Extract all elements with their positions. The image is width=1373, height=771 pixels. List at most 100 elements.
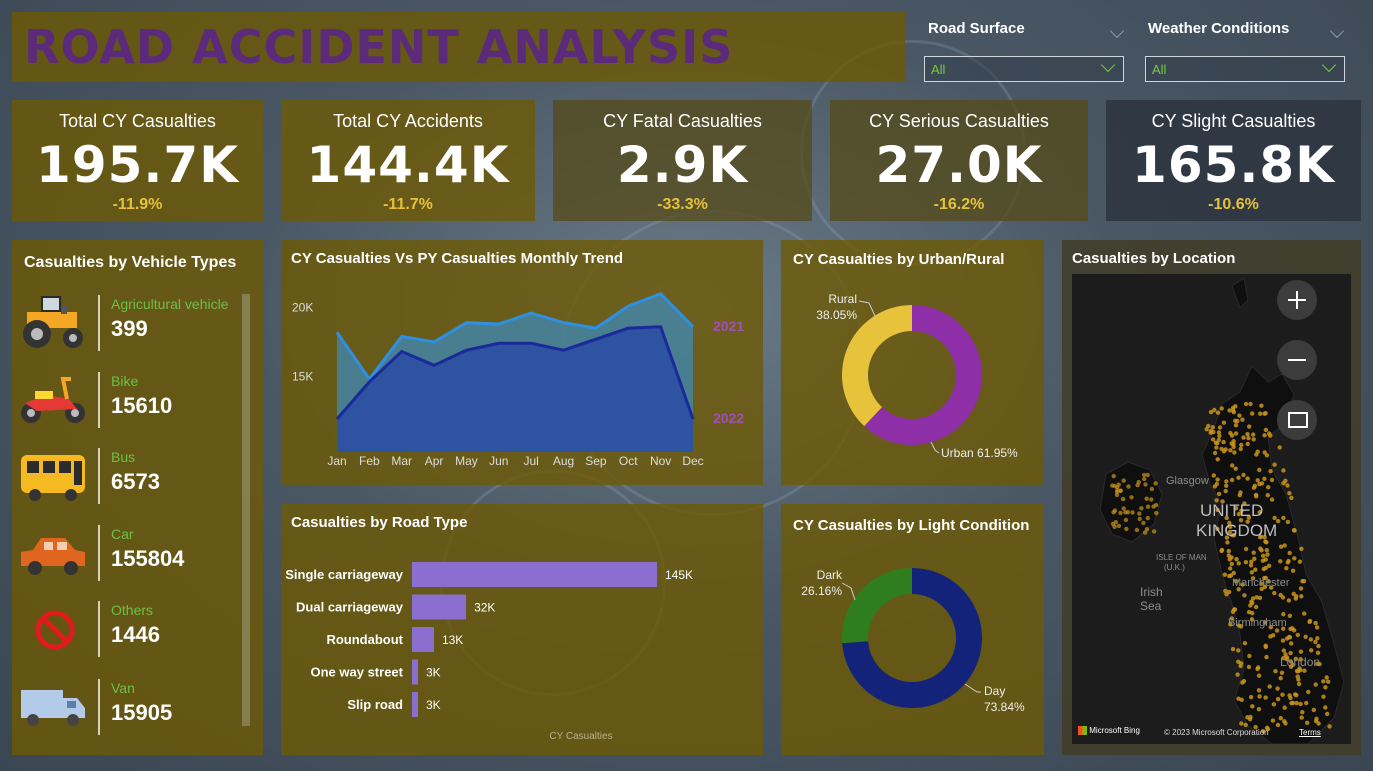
x-tick-label: Jun xyxy=(489,454,508,468)
light-condition-donut[interactable]: Day 73.84% Dark 26.16% xyxy=(781,504,1044,755)
location-dot xyxy=(1217,433,1222,439)
kpi-card-total-casualties[interactable]: Total CY Casualties 195.7K -11.9% xyxy=(12,100,263,221)
vehicle-value: 15610 xyxy=(111,393,173,418)
location-dot xyxy=(1278,676,1283,681)
location-dot xyxy=(1269,497,1275,502)
location-dot xyxy=(1280,638,1286,643)
location-dot xyxy=(1118,510,1123,516)
location-dot xyxy=(1282,543,1287,548)
vehicle-row-agricultural[interactable]: Agricultural vehicle 399 xyxy=(12,292,262,362)
vehicle-row-van[interactable]: Van 15905 xyxy=(12,676,262,746)
location-dot xyxy=(1112,524,1117,529)
map-label-sea: Sea xyxy=(1140,599,1162,613)
location-dot xyxy=(1300,710,1305,715)
location-dot xyxy=(1275,722,1281,728)
kpi-card-serious-casualties[interactable]: CY Serious Casualties 27.0K -16.2% xyxy=(830,100,1088,221)
location-dot xyxy=(1264,453,1270,458)
map-canvas[interactable]: UNITED KINGDOM ISLE OF MAN (U.K.) Irish … xyxy=(1072,274,1351,744)
kpi-card-fatal-casualties[interactable]: CY Fatal Casualties 2.9K -33.3% xyxy=(553,100,812,221)
slice-label: 38.05% xyxy=(816,308,857,322)
location-dot xyxy=(1271,702,1277,707)
location-dot xyxy=(1210,425,1215,430)
zoom-out-button[interactable] xyxy=(1277,340,1317,380)
location-dot xyxy=(1219,547,1225,553)
urban-rural-donut[interactable]: Urban 61.95% Rural 38.05% xyxy=(781,240,1044,485)
slice-label: Urban 61.95% xyxy=(941,446,1018,460)
monthly-trend-chart[interactable]: 15K 20K Jan Feb Mar Apr May Jun Jul Aug Sep Oct Nov D… xyxy=(281,240,763,485)
location-dot xyxy=(1250,411,1255,416)
location-dot xyxy=(1204,427,1209,432)
zoom-in-button[interactable] xyxy=(1277,280,1317,320)
map-label-city: Birmingham xyxy=(1228,617,1287,629)
location-dot xyxy=(1307,618,1313,624)
location-dot xyxy=(1145,504,1151,509)
kpi-value: 165.8K xyxy=(1132,136,1335,194)
bar-category-label: Slip road xyxy=(347,697,403,712)
location-dot xyxy=(1271,633,1276,638)
location-dot xyxy=(1241,472,1246,478)
road-type-bar-chart[interactable]: Single carriageway 145K Dual carriageway 32… xyxy=(281,504,763,755)
van-icon xyxy=(17,676,89,736)
location-dot xyxy=(1121,478,1126,483)
location-dot xyxy=(1145,515,1150,521)
location-dot xyxy=(1265,493,1270,498)
location-dot xyxy=(1210,437,1216,442)
x-tick-label: Nov xyxy=(650,454,671,468)
location-dot xyxy=(1149,497,1154,502)
location-dot xyxy=(1253,604,1259,610)
location-dot xyxy=(1277,445,1282,450)
location-dot xyxy=(1284,566,1289,571)
location-dot xyxy=(1289,495,1294,501)
location-dot xyxy=(1226,548,1231,554)
road-surface-label: Road Surface xyxy=(928,20,1025,37)
bar-category-label: Dual carriageway xyxy=(296,600,404,615)
location-dot xyxy=(1285,483,1290,488)
terms-link[interactable]: Terms xyxy=(1299,728,1321,737)
location-dot xyxy=(1248,563,1254,568)
location-dot xyxy=(1215,457,1220,462)
series-label: 2021 xyxy=(713,318,744,334)
car-icon xyxy=(17,522,89,582)
kpi-card-total-accidents[interactable]: Total CY Accidents 144.4K -11.7% xyxy=(281,100,535,221)
location-dot xyxy=(1308,637,1314,642)
x-tick-label: Jul xyxy=(524,454,539,468)
location-dot xyxy=(1291,591,1296,597)
location-dot xyxy=(1267,431,1272,436)
location-dot xyxy=(1129,495,1134,500)
location-dot xyxy=(1120,496,1126,502)
series-area xyxy=(337,326,693,452)
location-dot xyxy=(1243,401,1249,407)
location-dot xyxy=(1252,483,1258,488)
location-dot xyxy=(1142,472,1147,478)
weather-dropdown[interactable]: All xyxy=(1145,56,1345,82)
vehicle-row-bus[interactable]: Bus 6573 xyxy=(12,445,262,515)
kpi-delta: -11.9% xyxy=(112,196,163,213)
x-axis-title: CY Casualties xyxy=(549,731,612,742)
location-dot xyxy=(1260,558,1266,563)
kpi-value: 144.4K xyxy=(306,136,510,194)
chevron-down-icon xyxy=(1321,57,1337,73)
select-area-button[interactable] xyxy=(1277,400,1317,440)
vehicle-value: 6573 xyxy=(111,469,160,494)
divider xyxy=(98,525,100,581)
location-dot xyxy=(1256,665,1261,670)
location-dot xyxy=(1243,546,1249,552)
vehicle-types-panel: Casualties by Vehicle Types Agricultural… xyxy=(12,240,263,755)
kpi-card-slight-casualties[interactable]: CY Slight Casualties 165.8K -10.6% xyxy=(1106,100,1361,221)
location-dot xyxy=(1236,648,1241,653)
location-dot xyxy=(1306,689,1311,695)
vehicle-row-car[interactable]: Car 155804 xyxy=(12,522,262,592)
location-dot xyxy=(1212,484,1218,489)
vehicle-row-others[interactable]: Others 1446 xyxy=(12,598,262,668)
weather-filter[interactable]: Weather Conditions All xyxy=(1145,20,1345,82)
bar-value-label: 3K xyxy=(426,698,441,712)
location-dot xyxy=(1279,670,1285,675)
location-dot xyxy=(1261,553,1266,558)
road-surface-filter[interactable]: Road Surface All xyxy=(924,20,1125,82)
road-surface-dropdown[interactable]: All xyxy=(924,56,1124,82)
location-dot xyxy=(1281,481,1286,486)
vehicle-value: 1446 xyxy=(111,622,160,647)
vehicle-row-bike[interactable]: Bike 15610 xyxy=(12,369,262,439)
location-dot xyxy=(1269,477,1275,483)
location-dot xyxy=(1233,466,1238,471)
